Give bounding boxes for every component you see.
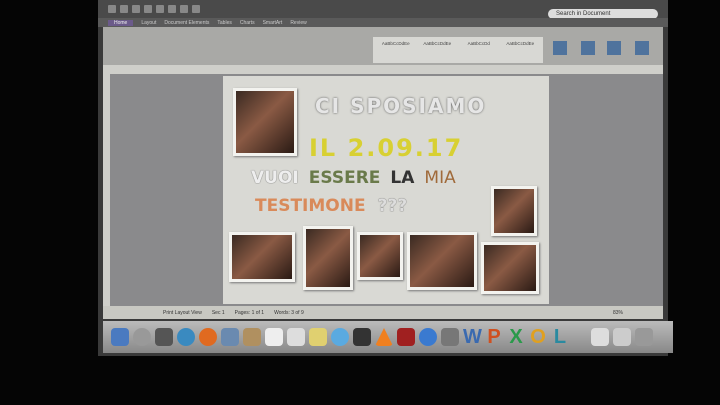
safari-icon[interactable] <box>177 328 195 346</box>
calendar-icon[interactable] <box>265 328 283 346</box>
zoom-icon[interactable] <box>180 5 188 13</box>
photo <box>407 232 477 290</box>
tab-document-elements[interactable]: Document Elements <box>164 20 209 26</box>
print-icon[interactable] <box>144 5 152 13</box>
notes-icon[interactable] <box>309 328 327 346</box>
vertical-ruler[interactable] <box>103 74 110 306</box>
tab-layout[interactable]: Layout <box>141 20 156 26</box>
finder-icon[interactable] <box>111 328 129 346</box>
document-area: CI SPOSIAMO IL 2.09.17 VUOI ESSERE LA MI… <box>103 74 663 306</box>
undo-icon[interactable] <box>156 5 164 13</box>
tab-charts[interactable]: Charts <box>240 20 255 26</box>
status-bar: Print Layout View Sec 1 Pages: 1 of 1 Wo… <box>103 306 663 319</box>
downloads-icon[interactable] <box>591 328 609 346</box>
style-item[interactable]: AaBbCcDdEe <box>502 41 540 59</box>
word: TESTIMONE <box>255 196 366 216</box>
photo <box>229 232 295 282</box>
photo <box>303 226 353 290</box>
outlook-app-icon[interactable]: O <box>529 326 547 349</box>
style-item[interactable]: AaBbCcDdEe <box>377 41 415 59</box>
help-icon[interactable] <box>192 5 200 13</box>
reminders-icon[interactable] <box>287 328 305 346</box>
styles-gallery: AaBbCcDdEe AaBbCcDdEe AaBbCcDd AaBbCcDdE… <box>373 37 543 63</box>
tab-smartart[interactable]: SmartArt <box>263 20 283 26</box>
style-item[interactable]: AaBbCcDd <box>460 41 498 59</box>
messages-icon[interactable] <box>331 328 349 346</box>
contacts-icon[interactable] <box>243 328 261 346</box>
ribbon-tabs: Home Layout Document Elements Tables Cha… <box>98 18 668 27</box>
lync-app-icon[interactable]: L <box>551 326 569 349</box>
word: VUOI <box>251 168 299 188</box>
word: ??? <box>377 196 408 216</box>
photo <box>357 232 403 280</box>
photo <box>233 88 297 156</box>
word-app-icon[interactable]: W <box>463 326 482 349</box>
word: ESSERE <box>308 168 381 188</box>
screen: Search in Document Home Layout Document … <box>98 0 673 356</box>
zoom-level[interactable]: 83% <box>613 310 663 316</box>
document-page[interactable]: CI SPOSIAMO IL 2.09.17 VUOI ESSERE LA MI… <box>223 76 549 304</box>
themes-icon[interactable] <box>635 41 649 55</box>
text-box-icon[interactable] <box>553 41 567 55</box>
word: LA <box>390 168 415 188</box>
title-line: CI SPOSIAMO <box>315 94 487 118</box>
excel-app-icon[interactable]: X <box>507 326 525 349</box>
photo <box>481 242 539 294</box>
facetime-icon[interactable] <box>353 328 371 346</box>
new-icon[interactable] <box>108 5 116 13</box>
section-label: Sec 1 <box>211 309 225 316</box>
word: MIA <box>424 168 456 188</box>
style-item[interactable]: AaBbCcDdEe <box>419 41 457 59</box>
vlc-icon[interactable] <box>375 328 393 346</box>
mail-icon[interactable] <box>221 328 239 346</box>
trash-icon[interactable] <box>635 328 653 346</box>
save-icon[interactable] <box>132 5 140 13</box>
powerpoint-app-icon[interactable]: P <box>485 326 503 349</box>
tab-review[interactable]: Review <box>290 20 306 26</box>
horizontal-ruler[interactable] <box>103 65 663 74</box>
picture-icon[interactable] <box>607 41 621 55</box>
firefox-icon[interactable] <box>199 328 217 346</box>
tab-tables[interactable]: Tables <box>217 20 231 26</box>
tab-home[interactable]: Home <box>108 19 134 26</box>
quick-access-toolbar: Search in Document <box>98 0 668 19</box>
question-line: VUOI ESSERE LA MIA <box>251 168 456 188</box>
system-preferences-icon[interactable] <box>441 328 459 346</box>
launchpad-icon[interactable] <box>133 328 151 346</box>
open-icon[interactable] <box>120 5 128 13</box>
ribbon: AaBbCcDdEe AaBbCcDdEe AaBbCcDd AaBbCcDdE… <box>103 27 663 65</box>
redo-icon[interactable] <box>168 5 176 13</box>
itunes-icon[interactable] <box>419 328 437 346</box>
shape-icon[interactable] <box>581 41 595 55</box>
photo-booth-icon[interactable] <box>397 328 415 346</box>
mission-control-icon[interactable] <box>155 328 173 346</box>
dock: W P X O L <box>103 321 673 353</box>
documents-icon[interactable] <box>613 328 631 346</box>
photo <box>491 186 537 236</box>
view-label: Print Layout View <box>163 309 202 316</box>
testimone-line: TESTIMONE ??? <box>255 196 407 216</box>
words-label: Words: 3 of 9 <box>274 309 304 316</box>
date-line: IL 2.09.17 <box>309 134 464 162</box>
pages-label: Pages: 1 of 1 <box>234 309 265 316</box>
